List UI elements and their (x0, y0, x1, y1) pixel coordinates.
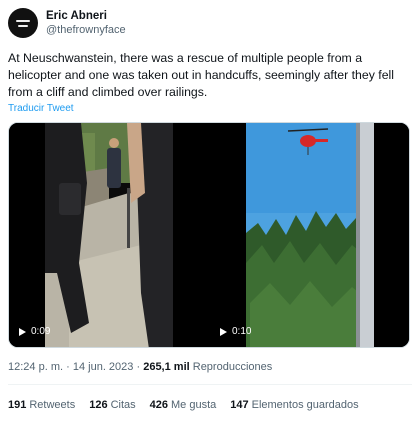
play-icon (220, 327, 227, 336)
avatar-face-mark (16, 20, 30, 22)
bookmarks-count: 147 (230, 399, 249, 411)
tweet-date[interactable]: 14 jun. 2023 (73, 361, 134, 373)
author-names: Eric Abneri @thefrownyface (46, 10, 126, 37)
video-thumbnail-2[interactable]: 0:10 (210, 123, 409, 347)
bookmarks-label: Elementos guardados (251, 399, 359, 411)
likes-count: 426 (149, 399, 168, 411)
stat-retweets[interactable]: 191 Retweets (8, 399, 75, 411)
play-icon (19, 327, 26, 336)
video-thumbnail-1[interactable]: 0:09 (9, 123, 208, 347)
likes-label: Me gusta (171, 399, 217, 411)
avatar-face-mark (18, 25, 28, 27)
video-duration: 0:10 (220, 326, 251, 337)
video-duration-text: 0:10 (232, 326, 252, 337)
views-label: Reproducciones (192, 361, 273, 373)
engagement-stats: 191 Retweets 126 Citas 426 Me gusta 147 Elem… (8, 399, 373, 411)
author-handle[interactable]: @thefrownyface (46, 24, 126, 37)
tweet-text: At Neuschwanstein, there was a rescue of… (8, 51, 394, 99)
tweet-card: Eric Abneri @thefrownyface At Neuschwans… (0, 0, 420, 425)
media-grid: 0:09 0:10 (8, 122, 410, 348)
translate-tweet-link[interactable]: Traducir Tweet (8, 103, 74, 114)
tweet-time[interactable]: 12:24 p. m. (8, 361, 63, 373)
tweet-meta: 12:24 p. m. · 14 jun. 2023 · 265,1 mil R… (8, 361, 272, 373)
retweets-label: Retweets (29, 399, 76, 411)
avatar[interactable] (8, 8, 38, 38)
video-1-frame (9, 123, 208, 347)
video-2-frame (210, 123, 409, 347)
quotes-label: Citas (110, 399, 136, 411)
stat-bookmarks[interactable]: 147 Elementos guardados (230, 399, 358, 411)
divider (8, 384, 412, 385)
views-count: 265,1 mil (143, 361, 190, 373)
quotes-count: 126 (89, 399, 108, 411)
meta-separator: · (66, 361, 73, 373)
author-display-name[interactable]: Eric Abneri (46, 10, 126, 23)
video-duration-text: 0:09 (31, 326, 51, 337)
tweet-header: Eric Abneri @thefrownyface (8, 8, 126, 38)
video-duration: 0:09 (19, 326, 50, 337)
retweets-count: 191 (8, 399, 27, 411)
stat-likes[interactable]: 426 Me gusta (150, 399, 217, 411)
stat-quotes[interactable]: 126 Citas (89, 399, 135, 411)
